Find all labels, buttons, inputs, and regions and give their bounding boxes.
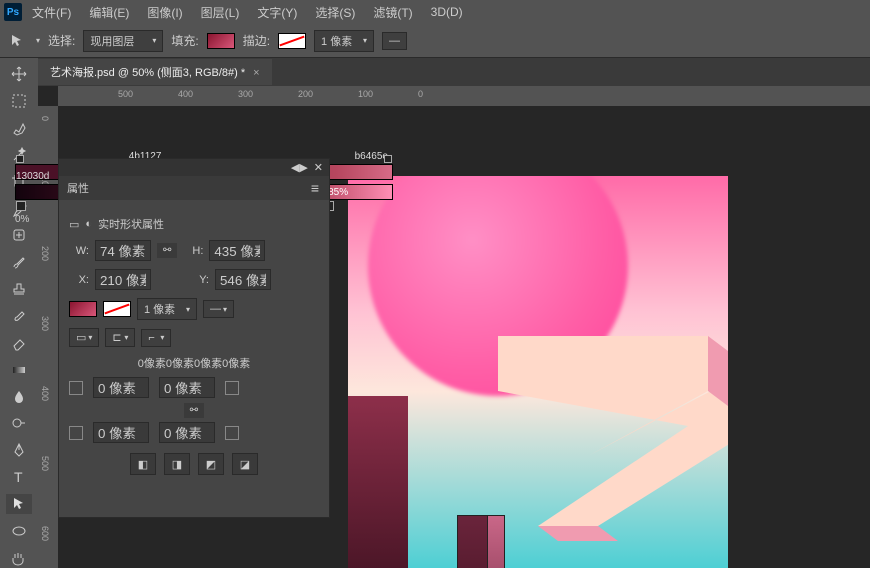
align-dropdown[interactable]: ▭▾ [69,328,99,347]
tool-dropdown-icon[interactable]: ▾ [36,36,40,45]
path-select-tool[interactable] [6,494,32,515]
select-label: 选择: [48,32,75,49]
marquee-tool[interactable] [6,91,32,112]
dodge-tool[interactable] [6,413,32,434]
x-input[interactable] [95,269,151,290]
ps-logo: Ps [4,3,22,21]
panel-title: 属性 [67,180,89,196]
link-corners-icon[interactable]: ⚯ [184,403,204,418]
stroke-style-dropdown[interactable]: — [382,32,407,50]
fill-label: 填充: [171,32,198,49]
history-brush-tool[interactable] [6,306,32,327]
link-wh-icon[interactable]: ⚯ [157,243,177,258]
y-input[interactable] [215,269,271,290]
pathop-intersect[interactable]: ◩ [198,453,224,475]
menu-3d[interactable]: 3D(D) [423,2,471,22]
prop-stroke-size[interactable]: 1 像素▾ [137,298,197,320]
corner-tl-icon[interactable] [69,381,83,395]
brush-tool[interactable] [6,252,32,273]
prop-fill-swatch[interactable] [69,301,97,317]
prop-stroke-style[interactable]: —▾ [203,300,234,318]
prop-stroke-swatch[interactable] [103,301,131,317]
mask-icon: ◐ [85,218,92,230]
join-dropdown[interactable]: ⌐▾ [141,329,171,347]
eraser-tool[interactable] [6,332,32,353]
svg-text:T: T [14,469,23,485]
menu-type[interactable]: 文字(Y) [249,1,305,24]
corner-bl-input[interactable] [93,422,149,443]
options-bar: ▾ 选择: 现用图层▾ 填充: 描边: 1 像素▾ — [0,24,870,58]
menu-image[interactable]: 图像(I) [139,1,190,24]
height-input[interactable] [209,240,265,261]
type-tool[interactable]: T [6,467,32,488]
corner-tl-input[interactable] [93,377,149,398]
panel-menu-icon[interactable]: ≡ [311,180,321,196]
pen-tool[interactable] [6,440,32,461]
panel-close-icon[interactable]: ✕ [314,161,323,174]
menu-edit[interactable]: 编辑(E) [81,1,137,24]
stroke-size-dropdown[interactable]: 1 像素▾ [314,30,374,52]
stroke-label: 描边: [243,32,270,49]
w-label: W: [69,245,89,257]
opacity-stop[interactable] [16,155,24,163]
x-label: X: [69,274,89,286]
toolbox: T [0,58,38,568]
corner-br-input[interactable] [159,422,215,443]
stroke-swatch[interactable] [278,33,306,49]
cap-dropdown[interactable]: ⊏▾ [105,328,135,347]
panel-collapse-icon[interactable]: ◀▶ [291,161,308,174]
menu-file[interactable]: 文件(F) [24,1,79,24]
pathop-subtract[interactable]: ◨ [164,453,190,475]
hand-tool[interactable] [6,547,32,568]
menu-filter[interactable]: 滤镜(T) [365,1,420,24]
move-tool[interactable] [6,64,32,85]
y-label: Y: [189,274,209,286]
live-shape-label: 实时形状属性 [98,216,164,232]
color-stop[interactable] [16,201,26,211]
path-selection-icon [8,32,26,50]
gradient-tool[interactable] [6,359,32,380]
close-icon[interactable]: × [253,67,259,79]
shape-tool[interactable] [6,520,32,541]
blur-tool[interactable] [6,386,32,407]
menu-layer[interactable]: 图层(L) [193,1,248,24]
menubar: Ps 文件(F) 编辑(E) 图像(I) 图层(L) 文字(Y) 选择(S) 滤… [0,0,870,24]
artwork-canvas[interactable] [348,176,728,568]
document-tabs: 艺术海报.psd @ 50% (侧面3, RGB/8#) *× [0,58,870,86]
tab-document[interactable]: 艺术海报.psd @ 50% (侧面3, RGB/8#) *× [38,59,272,85]
shape-icon: ▭ [69,218,79,231]
menu-select[interactable]: 选择(S) [307,1,363,24]
opacity-stop[interactable] [384,155,392,163]
corner-tr-icon[interactable] [225,381,239,395]
fill-swatch[interactable] [207,33,235,49]
ruler-horizontal: 5004003002001000 [58,86,870,106]
corner-bl-icon[interactable] [69,426,83,440]
width-input[interactable] [95,240,151,261]
corner-tr-input[interactable] [159,377,215,398]
pathop-combine[interactable]: ◧ [130,453,156,475]
corners-summary: 0像素0像素0像素0像素 [69,355,319,371]
stamp-tool[interactable] [6,279,32,300]
layer-mode-dropdown[interactable]: 现用图层▾ [83,30,163,52]
h-label: H: [183,245,203,257]
lasso-tool[interactable] [6,118,32,139]
properties-panel: ◀▶ ✕ 属性 ≡ ▭ ◐ 实时形状属性 W: ⚯ H: X: Y: 1 像素▾ —▾ ▭▾ ⊏▾… [58,158,330,518]
corner-br-icon[interactable] [225,426,239,440]
pathop-exclude[interactable]: ◪ [232,453,258,475]
